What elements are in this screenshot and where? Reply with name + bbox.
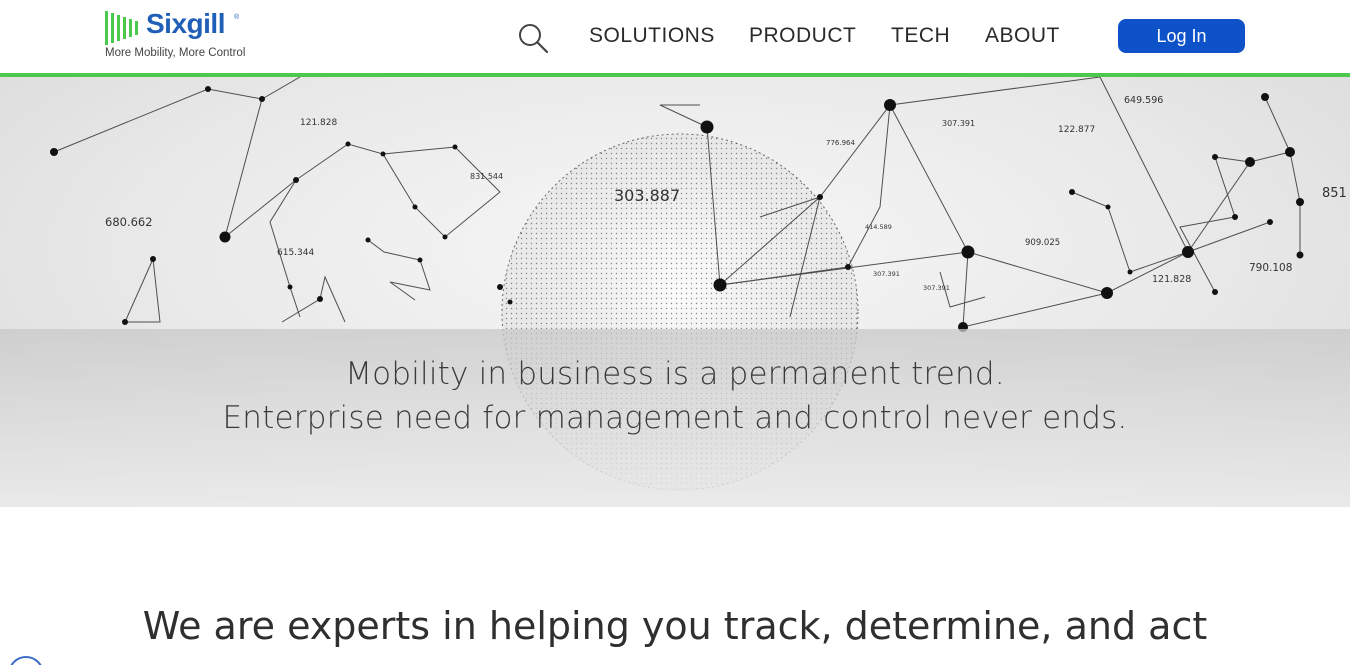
site-header: Sixgill ® More Mobility, More Control SO… xyxy=(0,0,1350,73)
graphic-label: 122.877 xyxy=(1058,125,1095,135)
logo-bars-icon xyxy=(105,11,138,45)
graphic-label: 851 xyxy=(1322,186,1347,201)
nav-about[interactable]: ABOUT xyxy=(985,24,1060,48)
brand-name: Sixgill xyxy=(146,8,225,39)
chat-widget-icon[interactable] xyxy=(8,656,44,665)
hero-text-band: Mobility in business is a permanent tren… xyxy=(0,329,1350,507)
graphic-label: 303.887 xyxy=(614,186,680,205)
graphic-label: 831.544 xyxy=(470,172,503,181)
search-icon[interactable] xyxy=(517,22,549,54)
graphic-label: 776.964 xyxy=(826,139,855,147)
sixgill-logo[interactable]: Sixgill ® More Mobility, More Control xyxy=(105,8,275,65)
graphic-label: 307.391 xyxy=(942,119,975,128)
hero-headline-line1: Mobility in business is a permanent tren… xyxy=(345,356,1005,392)
graphic-label: 121.828 xyxy=(300,118,337,128)
graphic-label: 790.108 xyxy=(1249,262,1292,274)
nav-product[interactable]: PRODUCT xyxy=(749,24,856,48)
nav-tech[interactable]: TECH xyxy=(891,24,950,48)
graphic-label: 307.391 xyxy=(923,284,950,292)
intro-heading: We are experts in helping you track, det… xyxy=(142,604,1208,648)
hero-banner: 121.828 680.662 831.544 615.344 303.887 … xyxy=(0,77,1350,507)
brand-tagline: More Mobility, More Control xyxy=(105,47,246,59)
graphic-label: 909.025 xyxy=(1025,238,1060,248)
nav-solutions[interactable]: SOLUTIONS xyxy=(589,24,715,48)
graphic-label: 121.828 xyxy=(1152,274,1191,285)
graphic-label: 649.596 xyxy=(1124,95,1163,106)
graphic-label: 414.589 xyxy=(865,223,892,231)
login-button[interactable]: Log In xyxy=(1118,19,1245,53)
hero-headline-line2: Enterprise need for management and contr… xyxy=(222,400,1128,436)
trademark-symbol: ® xyxy=(234,14,240,21)
graphic-label: 307.391 xyxy=(873,270,900,278)
graphic-label: 680.662 xyxy=(105,215,153,229)
graphic-label: 615.344 xyxy=(277,248,314,258)
